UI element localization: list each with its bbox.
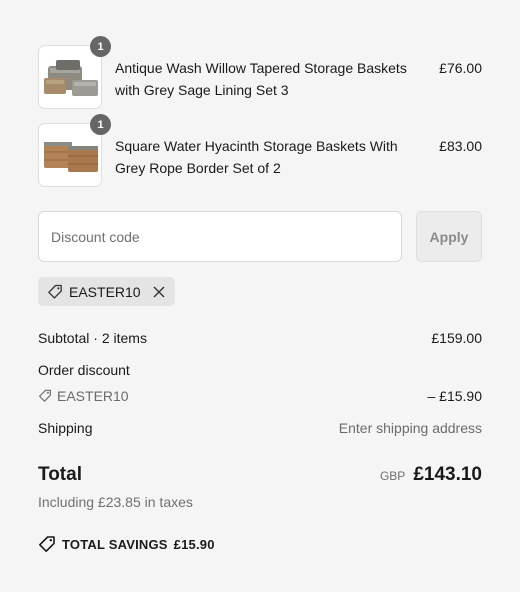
total-amount-group: GBP £143.10 [380,464,482,486]
order-discount-value: – £15.90 [427,388,483,404]
shipping-value: Enter shipping address [338,420,482,436]
apply-discount-button[interactable]: Apply [416,211,482,262]
applied-discount-chip: EASTER10 [38,277,175,306]
total-amount: £143.10 [413,464,482,485]
product-title: Antique Wash Willow Tapered Storage Bask… [115,60,407,98]
discount-code-input[interactable] [38,211,402,262]
order-discount-code: EASTER10 [57,388,129,404]
storage-basket-set-icon [44,60,98,96]
order-discount-row: Order discount [38,361,482,379]
cart-line-item: 1 Antique Wash Willow Tapered Storage Ba… [38,36,482,109]
savings-value: £15.90 [173,536,215,552]
tag-icon [39,389,51,402]
shipping-row: Shipping Enter shipping address [38,419,482,437]
taxes-note: Including £23.85 in taxes [38,494,193,510]
tag-icon [48,284,62,299]
applied-discount-code: EASTER10 [69,283,141,300]
product-thumbnail: 1 [38,114,111,187]
cart-line-item: 1 Square Water Hyacinth Storage Baskets … [38,114,482,187]
total-savings: TOTAL SAVINGS £15.90 [38,535,215,553]
order-discount-code-row: EASTER10 – £15.90 [38,387,482,407]
quantity-badge: 1 [90,36,111,57]
order-discount-label: Order discount [38,362,130,378]
product-price: £76.00 [439,60,482,76]
subtotal-label: Subtotal · 2 items [38,330,147,346]
total-label: Total [38,464,82,485]
subtotal-value: £159.00 [431,330,482,346]
shipping-label: Shipping [38,420,93,436]
savings-tag-icon [39,536,55,552]
storage-basket-set-icon [44,142,98,172]
remove-discount-icon[interactable] [153,286,165,298]
product-title: Square Water Hyacinth Storage Baskets Wi… [115,138,398,176]
subtotal-row: Subtotal · 2 items £159.00 [38,329,482,347]
product-thumbnail: 1 [38,36,111,109]
quantity-badge: 1 [90,114,111,135]
currency-code: GBP [379,469,406,483]
product-price: £83.00 [439,138,482,154]
savings-label: TOTAL SAVINGS [62,536,168,552]
